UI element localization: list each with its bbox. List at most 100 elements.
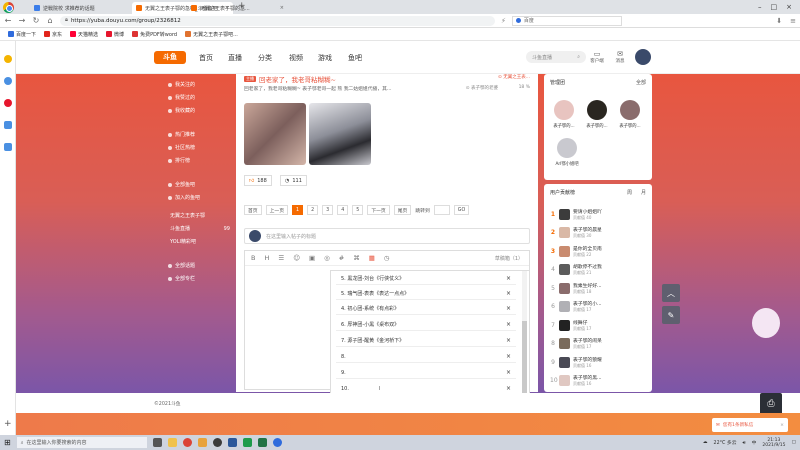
- ranking-row[interactable]: 5 我乘生好好... 贡献值 18: [550, 280, 646, 296]
- ranking-row[interactable]: 8 表子鄂的闹呆 贡献值 17: [550, 336, 646, 352]
- clock[interactable]: 21:13 2021/9/15: [762, 438, 785, 448]
- hashtag-icon[interactable]: #: [339, 254, 344, 262]
- windows-start-icon[interactable]: ⊞: [4, 438, 11, 447]
- nav-games[interactable]: 游戏: [318, 53, 332, 63]
- minimize-icon[interactable]: –: [758, 3, 762, 11]
- forward-icon[interactable]: →: [18, 16, 26, 25]
- ranking-row[interactable]: 10 表子鄂的黑... 贡献值 16: [550, 373, 646, 389]
- history-icon[interactable]: [4, 77, 12, 85]
- extension-icon[interactable]: ⚡: [501, 17, 506, 25]
- browser-tab[interactable]: 逆戰院校 求推荐的话题: [30, 2, 131, 14]
- poll-option[interactable]: 9. ×: [336, 367, 516, 379]
- poll-icon[interactable]: ▦: [369, 254, 375, 262]
- page-3[interactable]: 3: [322, 205, 334, 215]
- download-icon[interactable]: ⬇: [776, 17, 782, 25]
- ime-icon[interactable]: 中: [752, 439, 757, 446]
- menu-liked[interactable]: 我赞过的: [168, 94, 195, 101]
- poll-scrollbar-thumb[interactable]: [522, 321, 527, 396]
- ranking-row[interactable]: 3 是你的全贝南 贡献值 22: [550, 243, 646, 259]
- app-icon[interactable]: [197, 438, 207, 447]
- mascot-icon[interactable]: [752, 308, 780, 338]
- poll-option[interactable]: 7. 源子团-醒黄《金河桥下》 ×: [336, 335, 516, 347]
- mail-icon[interactable]: [4, 121, 12, 129]
- delete-option-icon[interactable]: ×: [506, 337, 511, 344]
- menu-community-hot[interactable]: 社区热榜: [168, 144, 195, 151]
- emoji-icon[interactable]: ☺: [293, 254, 300, 262]
- menu-group-douyu[interactable]: 斗鱼直播 99: [170, 225, 230, 233]
- poll-option[interactable]: 6. 厚神团-小黑《桌布双》 ×: [336, 319, 516, 331]
- ranking-row[interactable]: 2 表子鄂的晨星 贡献值 30: [550, 225, 646, 241]
- page-last[interactable]: 尾页: [393, 205, 412, 215]
- menu-group-yoli[interactable]: YOLI精彩吧: [170, 238, 196, 245]
- admin-member[interactable]: 表子鄂的...: [551, 100, 577, 129]
- reply-title-input[interactable]: 在这里输入帖子的标题: [244, 228, 530, 244]
- ranking-row[interactable]: 6 表子鄂的小... 贡献值 17: [550, 299, 646, 315]
- nav-home[interactable]: 首页: [199, 53, 213, 63]
- camera-icon[interactable]: ◎: [324, 254, 330, 262]
- app-icon[interactable]: [272, 438, 282, 447]
- delete-option-icon[interactable]: ×: [506, 369, 511, 376]
- post-title-row[interactable]: 主播 回老家了，我老哥粘糊糊~: [244, 74, 336, 84]
- bookmark-item[interactable]: 百度一下: [8, 31, 36, 38]
- admin-member[interactable]: Arl鄂小姐吧: [551, 138, 583, 167]
- post-image[interactable]: [244, 103, 306, 165]
- notifications-icon[interactable]: ▢: [791, 440, 796, 445]
- nav-video[interactable]: 视频: [289, 53, 303, 63]
- page-prev[interactable]: 上一页: [265, 205, 289, 215]
- delete-option-icon[interactable]: ×: [506, 305, 511, 312]
- menu-all-groups[interactable]: 全部鱼吧: [168, 181, 195, 188]
- admin-all-link[interactable]: 全部: [636, 79, 646, 86]
- page-jump-input[interactable]: [433, 205, 450, 215]
- delete-option-icon[interactable]: ×: [506, 275, 511, 282]
- app-icon[interactable]: [212, 438, 222, 447]
- close-window-icon[interactable]: ×: [786, 3, 792, 11]
- post-meta-link[interactable]: ⊙ 表子鄂的老婆: [466, 85, 498, 91]
- page-next[interactable]: 下一页: [367, 205, 390, 215]
- maximize-icon[interactable]: □: [771, 3, 778, 11]
- drafts-button[interactable]: 草稿箱（1）: [495, 255, 523, 262]
- post-image[interactable]: [309, 103, 371, 165]
- poll-option[interactable]: 5. 黑龙团-刘台《行侠仗义》 ×: [336, 273, 516, 285]
- edit-icon[interactable]: ✎: [662, 306, 680, 324]
- chrome-taskbar-icon[interactable]: [182, 438, 192, 447]
- weibo-icon[interactable]: [4, 99, 12, 107]
- image-icon[interactable]: ▣: [309, 254, 315, 262]
- bookmark-item[interactable]: 无翼之王表子鄂吧...: [185, 31, 238, 38]
- menu-hot[interactable]: 热门推荐: [168, 131, 195, 138]
- delete-option-icon[interactable]: ×: [506, 290, 511, 297]
- menu-icon[interactable]: ≡: [790, 17, 796, 25]
- nav-category[interactable]: 分类: [258, 53, 272, 63]
- page-2[interactable]: 2: [307, 205, 319, 215]
- ranking-tab-week[interactable]: 周: [627, 189, 632, 196]
- list-icon[interactable]: ☰: [278, 254, 284, 262]
- page-5[interactable]: 5: [352, 205, 364, 215]
- client-download-button[interactable]: ▭ 客户端: [587, 50, 607, 64]
- schedule-icon[interactable]: ◷: [384, 254, 390, 262]
- nav-yuba[interactable]: 鱼吧: [348, 53, 362, 63]
- taskbar-search[interactable]: ⌕ 在这里输入你要搜索的内容: [16, 437, 147, 448]
- ranking-row[interactable]: 9 表子鄂的狼耀 贡献值 16: [550, 354, 646, 370]
- admin-member[interactable]: 表子鄂的...: [617, 100, 643, 129]
- poll-option[interactable]: 8. ×: [336, 351, 516, 363]
- home-icon[interactable]: ⌂: [46, 16, 54, 25]
- taskview-icon[interactable]: [152, 438, 162, 447]
- star-icon[interactable]: [4, 55, 12, 63]
- bookmark-page-icon[interactable]: ⎙: [760, 393, 782, 415]
- page-first[interactable]: 首页: [244, 205, 262, 215]
- admin-member[interactable]: 表子鄂的...: [584, 100, 610, 129]
- delete-option-icon[interactable]: ×: [506, 385, 511, 392]
- reload-icon[interactable]: ↻: [32, 16, 40, 25]
- close-tab-icon[interactable]: ×: [280, 5, 284, 11]
- ranking-row[interactable]: 1 要请小姐姐吖 贡献值 40: [550, 206, 646, 222]
- menu-joined-groups[interactable]: 加入的鱼吧: [168, 194, 200, 201]
- volume-icon[interactable]: 🔊︎: [743, 440, 746, 446]
- menu-ranking[interactable]: 排行榜: [168, 157, 190, 164]
- browser-search-box[interactable]: 百度: [511, 15, 622, 26]
- document-icon[interactable]: [4, 143, 12, 151]
- notification-toast[interactable]: ✉ 您有1条新私信 ×: [712, 418, 788, 432]
- bookmark-item[interactable]: 免费PDF转word: [132, 31, 177, 38]
- scroll-top-icon[interactable]: ︿: [662, 284, 680, 302]
- bookmark-item[interactable]: 微博: [106, 31, 124, 38]
- search-icon[interactable]: ⌕: [577, 54, 580, 60]
- bookmark-item[interactable]: 天猫精选: [70, 31, 98, 38]
